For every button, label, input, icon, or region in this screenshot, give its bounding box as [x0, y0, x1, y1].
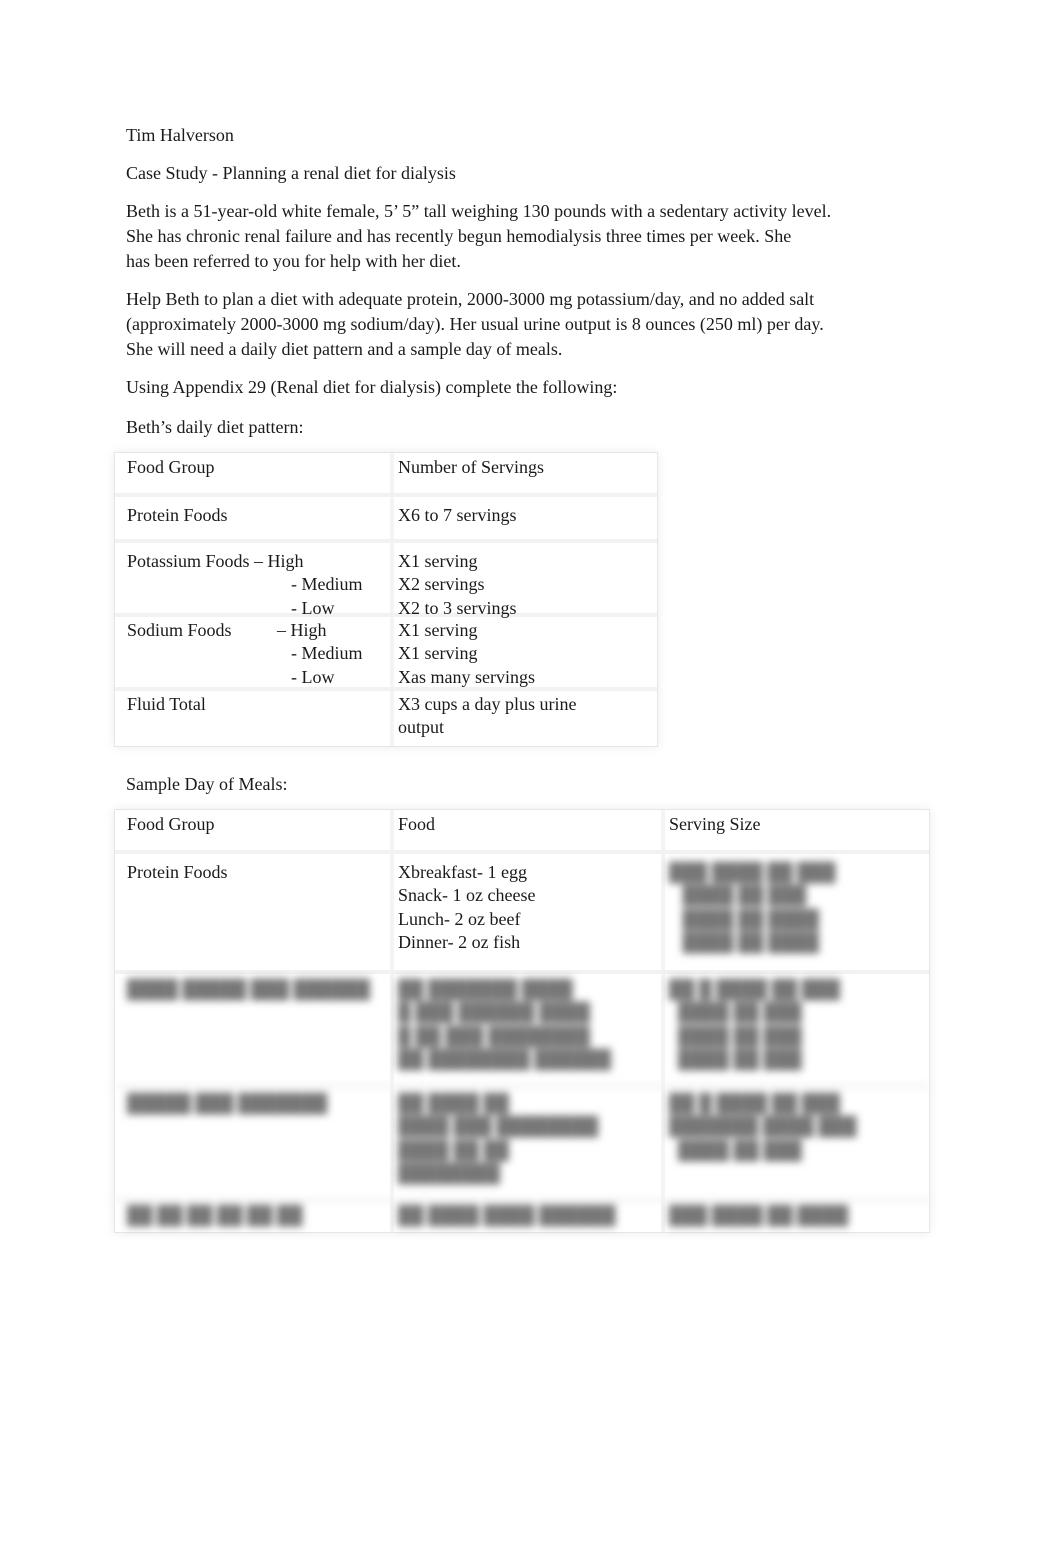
table-row: Protein Foods X6 to 7 servings — [115, 497, 657, 543]
sample-meals-heading: Sample Day of Meals: — [126, 774, 288, 794]
instruction-text: Using Appendix 29 (Renal diet for dialys… — [126, 377, 618, 397]
table-header-row: Food Group Number of Servings — [115, 453, 657, 497]
servings-sodium: X1 serving X1 serving Xas many servings — [398, 620, 535, 687]
column-header-serving-size: Serving Size — [669, 814, 761, 834]
column-header-servings: Number of Servings — [398, 457, 544, 477]
text-line: Help Beth to plan a diet with adequate p… — [126, 289, 815, 309]
food-group-sodium: Sodium Foods – High - Medium - Low — [127, 620, 363, 687]
table-header-row: Food Group Food Serving Size — [115, 810, 929, 854]
table-row: Potassium Foods – High - Medium - Low X1… — [115, 543, 657, 618]
table-row: Fluid Total X3 cups a day plus urine out… — [115, 691, 657, 746]
table-row: Protein Foods Xbreakfast- 1 egg Snack- 1… — [115, 854, 929, 974]
food-group-protein: Protein Foods — [127, 862, 228, 882]
servings-potassium: X1 serving X2 servings X2 to 3 servings — [398, 551, 517, 618]
column-header-food-group: Food Group — [127, 814, 215, 834]
foods-protein: Xbreakfast- 1 egg Snack- 1 oz cheese Lun… — [398, 862, 536, 952]
servings-fluid: X3 cups a day plus urine output — [398, 694, 577, 738]
document-title: Case Study - Planning a renal diet for d… — [126, 163, 456, 183]
text-line: She has chronic renal failure and has re… — [126, 226, 792, 246]
text-line: She will need a daily diet pattern and a… — [126, 339, 563, 359]
obscured-row: ████ █████ ███ ██████ ██ ███████ ████ █ … — [115, 974, 929, 1088]
text-line: (approximately 2000-3000 mg sodium/day).… — [126, 314, 824, 334]
food-group-potassium: Potassium Foods – High - Medium - Low — [127, 551, 363, 618]
diet-pattern-heading: Beth’s daily diet pattern: — [126, 417, 304, 437]
text-line: Beth is a 51-year-old white female, 5’ 5… — [126, 201, 832, 221]
text-line: has been referred to you for help with h… — [126, 251, 461, 271]
obscured-row: ██ ██ ██ ██ ██ ██ ██ ████ ████ ██████ ██… — [127, 1205, 849, 1225]
column-header-food-group: Food Group — [127, 457, 215, 477]
intro-paragraph-1: Beth is a 51-year-old white female, 5’ 5… — [126, 199, 831, 274]
column-header-food: Food — [398, 814, 436, 834]
servings-protein: X6 to 7 servings — [398, 505, 517, 525]
sample-meals-table: Food Group Food Serving Size Protein Foo… — [114, 809, 930, 1233]
author-name: Tim Halverson — [126, 125, 234, 145]
food-group-protein: Protein Foods — [127, 505, 228, 525]
diet-pattern-table: Food Group Number of Servings Protein Fo… — [114, 452, 658, 747]
food-group-fluid: Fluid Total — [127, 694, 206, 714]
intro-paragraph-2: Help Beth to plan a diet with adequate p… — [126, 287, 824, 362]
table-row: Sodium Foods – High - Medium - Low X1 ser… — [115, 617, 657, 691]
serving-size-obscured: ███ ████ ██ ███ ████ ██ ███ ████ ██ ████… — [669, 862, 836, 952]
obscured-row: █████ ███ ███████ ██ ████ ██ ████ ███ ██… — [115, 1088, 929, 1202]
